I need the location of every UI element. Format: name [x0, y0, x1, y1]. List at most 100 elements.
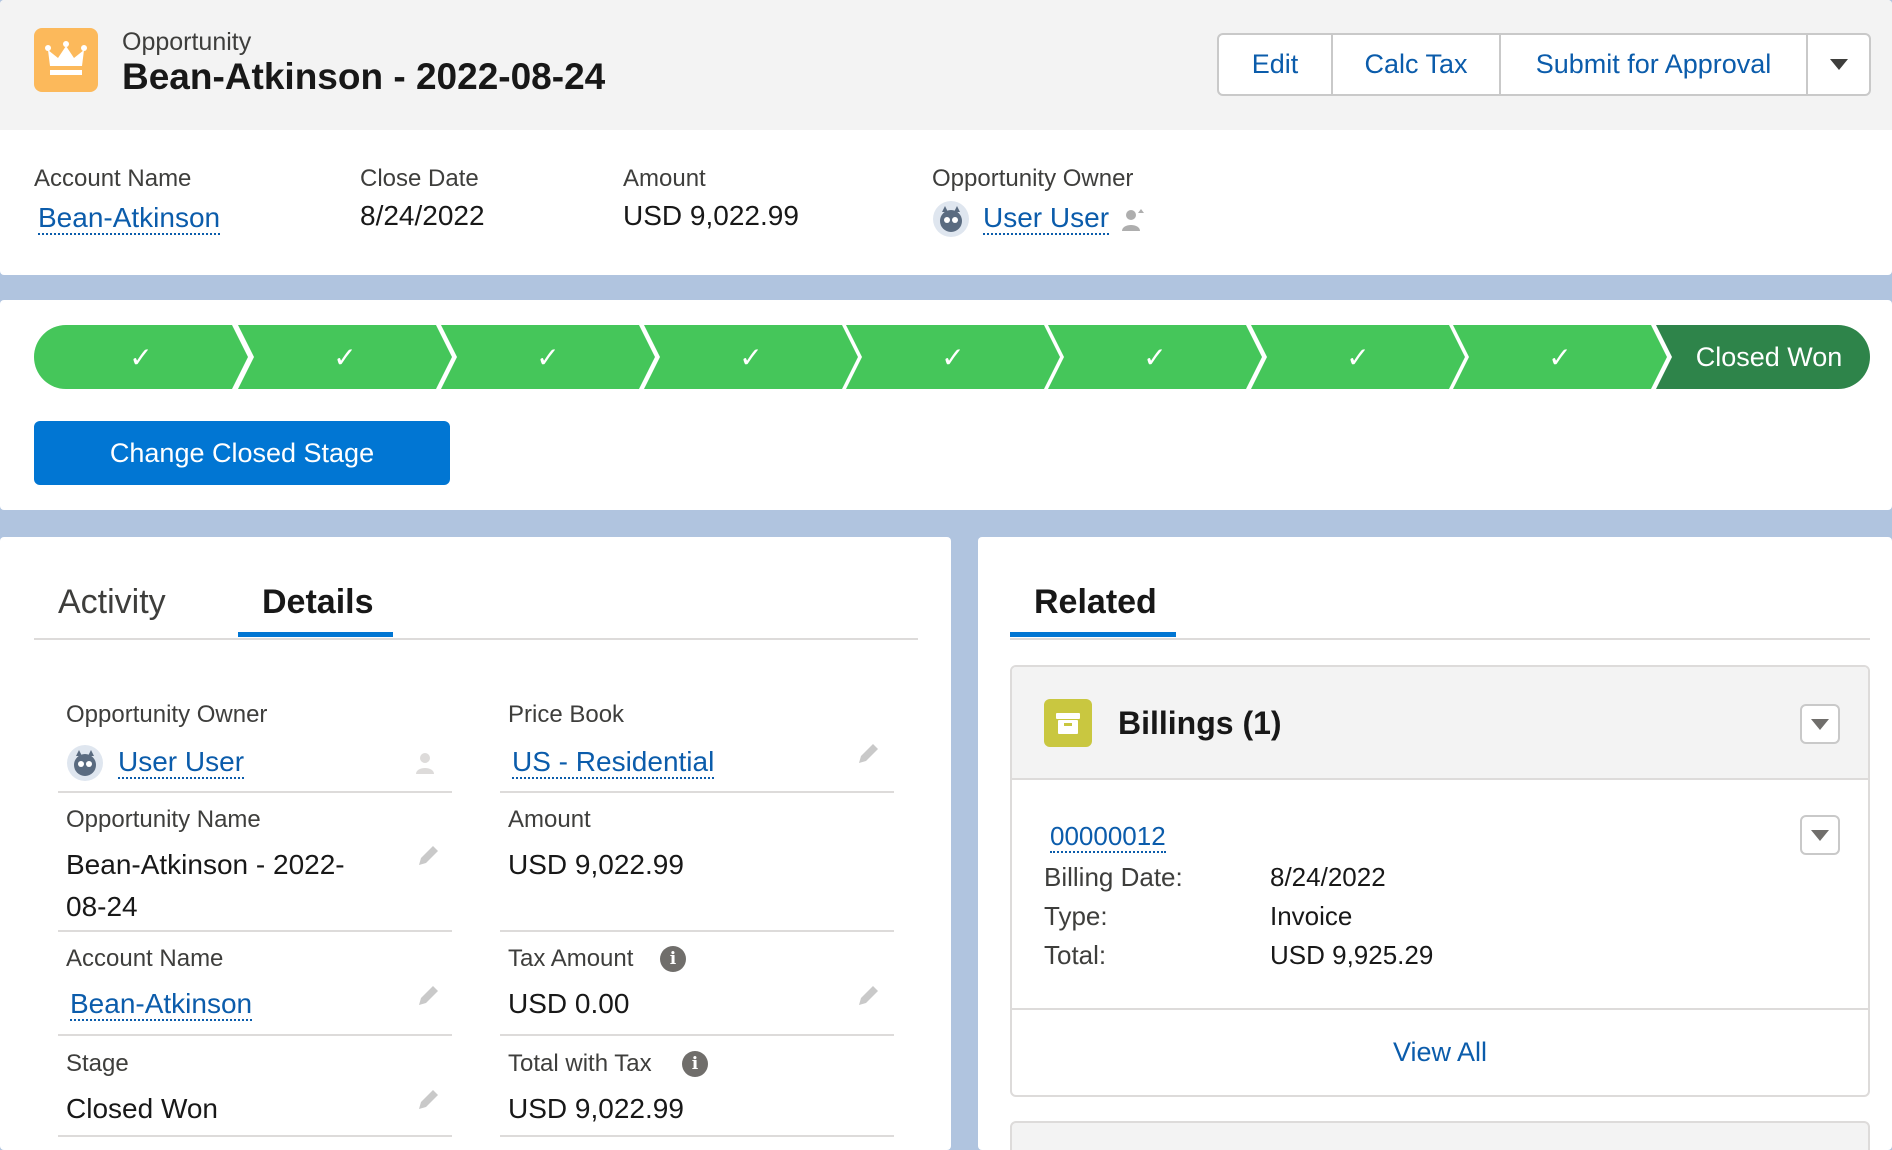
path-step-7[interactable]: ✓	[1251, 325, 1465, 389]
info-icon[interactable]: i	[660, 946, 686, 972]
tab-details-underline	[238, 632, 393, 637]
action-button-group: Edit Calc Tax Submit for Approval	[1217, 33, 1871, 96]
path-step-1[interactable]: ✓	[34, 325, 248, 389]
field-stage-value: Closed Won	[66, 1093, 219, 1124]
path-current-stage-label: Closed Won	[1695, 341, 1843, 372]
view-all-link[interactable]: View All	[1012, 1037, 1868, 1068]
related-panel: Related Billings (1) 00000012 Billing Da…	[978, 537, 1892, 1150]
check-icon: ✓	[536, 341, 560, 373]
card-footer-divider	[1012, 1008, 1868, 1010]
field-tax-amount-label: Tax Amount	[508, 945, 634, 972]
tab-divider	[34, 638, 918, 640]
chevron-down-icon	[1811, 718, 1829, 730]
path-step-3[interactable]: ✓	[441, 325, 655, 389]
amount-value: USD 9,022.99	[623, 200, 799, 231]
field-divider	[500, 791, 894, 793]
field-divider	[58, 1135, 452, 1137]
field-opportunity-name-line2: 08-24	[66, 891, 138, 922]
billing-type-value: Invoice	[1270, 901, 1353, 931]
change-owner-icon[interactable]	[1120, 207, 1146, 233]
opportunity-owner-label: Opportunity Owner	[932, 165, 1134, 192]
avatar	[66, 744, 104, 782]
field-tax-amount-value: USD 0.00	[508, 988, 630, 1019]
billings-menu-button[interactable]	[1800, 704, 1840, 744]
check-icon: ✓	[941, 341, 965, 373]
field-account-name-link[interactable]: Bean-Atkinson	[70, 988, 253, 1021]
pencil-icon[interactable]	[414, 842, 442, 870]
tab-divider	[1010, 638, 1870, 640]
chevron-down-icon	[1811, 829, 1829, 841]
field-price-book-label: Price Book	[508, 701, 625, 728]
field-total-with-tax-label: Total with Tax	[508, 1050, 652, 1077]
check-icon: ✓	[1346, 341, 1370, 373]
change-owner-icon[interactable]	[414, 750, 440, 776]
info-icon[interactable]: i	[682, 1051, 708, 1077]
billing-record-menu-button[interactable]	[1800, 815, 1840, 855]
pencil-icon[interactable]	[414, 1086, 442, 1114]
change-closed-stage-button[interactable]: Change Closed Stage	[34, 421, 450, 485]
path-step-2[interactable]: ✓	[238, 325, 452, 389]
billing-total-label: Total:	[1044, 940, 1107, 970]
amount-label: Amount	[623, 165, 706, 192]
billing-type-label: Type:	[1044, 901, 1108, 931]
submit-for-approval-button[interactable]: Submit for Approval	[1501, 35, 1808, 94]
avatar	[932, 200, 970, 238]
path-step-6[interactable]: ✓	[1048, 325, 1262, 389]
check-icon: ✓	[129, 341, 153, 373]
account-name-link[interactable]: Bean-Atkinson	[38, 202, 221, 235]
calc-tax-button[interactable]: Calc Tax	[1333, 35, 1501, 94]
crown-icon	[34, 28, 98, 92]
field-divider	[58, 791, 452, 793]
field-stage-label: Stage	[66, 1050, 129, 1077]
field-opportunity-name-line1: Bean-Atkinson - 2022-	[66, 849, 345, 880]
details-panel: Activity Details Opportunity Owner User …	[0, 537, 951, 1150]
billing-icon	[1044, 699, 1092, 747]
page-title: Bean-Atkinson - 2022-08-24	[122, 56, 606, 97]
field-opportunity-name-label: Opportunity Name	[66, 806, 261, 833]
field-divider	[500, 930, 894, 932]
tab-related-underline	[1010, 632, 1176, 637]
pencil-icon[interactable]	[414, 982, 442, 1010]
close-date-value: 8/24/2022	[360, 200, 485, 231]
check-icon: ✓	[739, 341, 763, 373]
field-owner-label: Opportunity Owner	[66, 701, 268, 728]
check-icon: ✓	[333, 341, 357, 373]
billing-date-value: 8/24/2022	[1270, 862, 1386, 892]
field-price-book-link[interactable]: US - Residential	[512, 746, 715, 779]
field-total-with-tax-value: USD 9,022.99	[508, 1093, 684, 1124]
check-icon: ✓	[1143, 341, 1167, 373]
field-account-name-label: Account Name	[66, 945, 224, 972]
field-divider	[58, 930, 452, 932]
field-owner-link[interactable]: User User	[118, 746, 245, 779]
pencil-icon[interactable]	[854, 740, 882, 768]
close-date-label: Close Date	[360, 165, 479, 192]
billing-total-value: USD 9,925.29	[1270, 940, 1434, 970]
tab-activity[interactable]: Activity	[58, 583, 166, 622]
pencil-icon[interactable]	[854, 982, 882, 1010]
field-divider	[500, 1034, 894, 1036]
tab-related[interactable]: Related	[1034, 583, 1157, 622]
account-name-label: Account Name	[34, 165, 192, 192]
object-type-label: Opportunity	[122, 28, 252, 56]
edit-button[interactable]: Edit	[1219, 35, 1333, 94]
record-header: Opportunity Bean-Atkinson - 2022-08-24 E…	[0, 0, 1892, 275]
billing-date-label: Billing Date:	[1044, 862, 1183, 892]
check-icon: ✓	[1548, 341, 1572, 373]
field-amount-label: Amount	[508, 806, 591, 833]
billing-record-link[interactable]: 00000012	[1050, 821, 1166, 853]
chevron-down-icon	[1829, 59, 1848, 70]
billings-header: Billings (1)	[1012, 667, 1868, 780]
tab-details[interactable]: Details	[262, 583, 374, 622]
field-divider	[500, 1135, 894, 1137]
path-card: ✓ ✓ ✓ ✓ ✓ ✓ ✓ ✓ Closed Won Change Closed…	[0, 300, 1892, 510]
path-step-8[interactable]: ✓	[1453, 325, 1667, 389]
path-step-4[interactable]: ✓	[644, 325, 858, 389]
field-amount-value: USD 9,022.99	[508, 849, 684, 880]
billings-title[interactable]: Billings (1)	[1118, 705, 1282, 742]
owner-link[interactable]: User User	[983, 202, 1110, 235]
more-actions-button[interactable]	[1808, 35, 1869, 94]
next-related-list	[1010, 1121, 1870, 1150]
path-step-5[interactable]: ✓	[846, 325, 1060, 389]
field-divider	[58, 1034, 452, 1036]
path-step-closed-won[interactable]: Closed Won	[1656, 325, 1870, 389]
